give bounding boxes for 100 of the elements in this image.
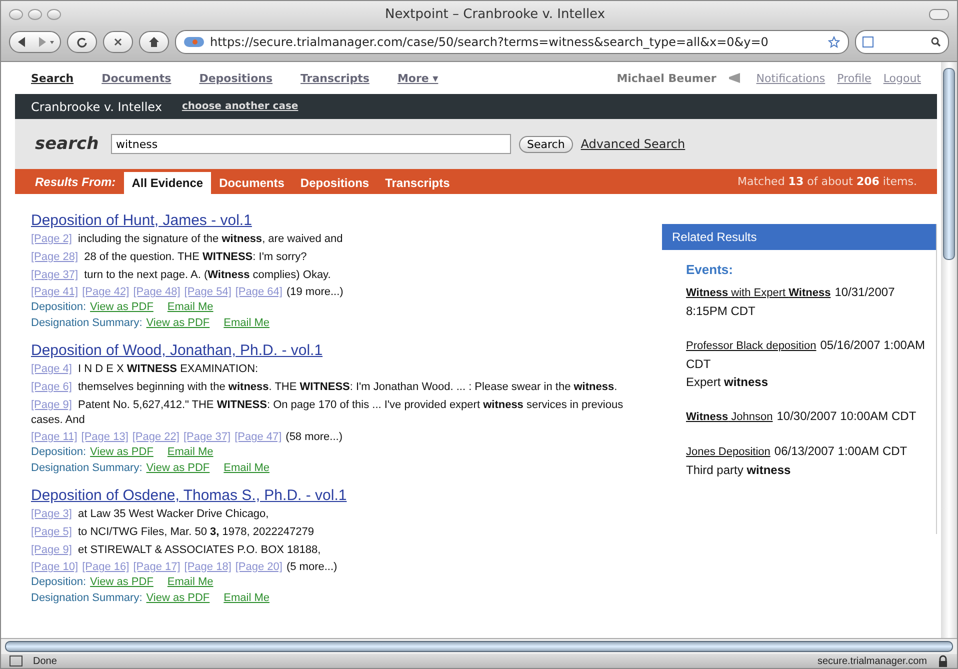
nav-tab[interactable]: Search — [31, 72, 74, 84]
page-link[interactable]: [Page 9] — [31, 544, 72, 556]
action-link[interactable]: View as PDF — [146, 317, 210, 330]
advanced-search-link[interactable]: Advanced Search — [580, 137, 686, 151]
horizontal-scrollbar[interactable] — [1, 638, 957, 654]
nav-tab[interactable]: Depositions — [199, 72, 273, 84]
user-name: Michael Beumer — [616, 72, 716, 84]
action-link[interactable]: View as PDF — [146, 592, 210, 605]
home-button[interactable] — [139, 31, 169, 53]
address-field[interactable]: https://secure.trialmanager.com/case/50/search?terms=witness&search_type=all&x=0&y=0 — [175, 30, 849, 54]
action-link[interactable]: View as PDF — [90, 446, 154, 459]
section-heading: Events: — [686, 262, 734, 277]
event-entry: Jones Deposition 06/13/2007 1:00AM CDT — [686, 443, 908, 460]
page-link[interactable]: [Page 18] — [184, 561, 232, 573]
page-link[interactable]: [Page 47] — [234, 431, 282, 443]
event-link[interactable]: Witness Johnson — [686, 411, 773, 423]
header-link[interactable]: Notifications — [756, 72, 826, 84]
minimize-button[interactable] — [28, 8, 42, 20]
result-title-link[interactable]: Deposition of Hunt, James - vol.1 — [31, 212, 650, 229]
nav-tab[interactable]: Transcripts — [300, 72, 370, 84]
nav-tab[interactable]: Documents — [102, 72, 172, 84]
zoom-button[interactable] — [47, 8, 61, 20]
page-link[interactable]: [Page 5] — [31, 526, 72, 538]
search-icon — [930, 36, 942, 48]
page-link[interactable]: [Page 17] — [133, 561, 180, 573]
action-link[interactable]: View as PDF — [146, 462, 210, 475]
page-link[interactable]: [Page 37] — [183, 431, 231, 443]
page-link[interactable]: [Page 48] — [133, 286, 180, 298]
event-note: Expert witness — [686, 374, 770, 391]
page-link[interactable]: [Page 28] — [31, 251, 78, 263]
page-link[interactable]: [Page 37] — [31, 269, 78, 281]
panel-header: Related Results — [662, 224, 936, 250]
close-icon — [112, 36, 124, 48]
page-link[interactable]: [Page 16] — [82, 561, 130, 573]
stop-button[interactable] — [103, 31, 133, 53]
case-title: Cranbrooke v. Intellex — [31, 100, 162, 114]
result-title-link[interactable]: Deposition of Osdene, Thomas S., Ph.D. - vol.1 — [31, 487, 650, 504]
reload-icon — [76, 36, 88, 48]
vertical-scrollbar[interactable] — [941, 62, 957, 638]
page-link[interactable]: [Page 22] — [132, 431, 180, 443]
snippet-text: [Page 3] at Law 35 West Wacker Drive Chicago, — [31, 507, 270, 522]
close-button[interactable] — [9, 8, 23, 20]
action-label: Deposition: — [31, 301, 86, 314]
lock-icon — [937, 655, 949, 667]
search-input[interactable]: witness — [111, 134, 511, 154]
results-from-label: Results From: — [35, 174, 116, 188]
result-title-link[interactable]: Deposition of Wood, Jonathan, Ph.D. - vol.1 — [31, 342, 650, 359]
house-icon — [148, 36, 160, 48]
page-link[interactable]: [Page 42] — [82, 286, 130, 298]
snippet-text: [Page 4] I N D E X WITNESS EXAMINATION: — [31, 362, 260, 377]
toolbar-toggle-button[interactable] — [929, 8, 949, 20]
page-link[interactable]: [Page 4] — [31, 363, 72, 375]
header-link[interactable]: Profile — [837, 72, 872, 84]
page-link[interactable]: [Page 9] — [31, 399, 72, 411]
back-forward-button[interactable] — [9, 31, 61, 53]
page-link[interactable]: [Page 20] — [235, 561, 282, 573]
results-tab[interactable]: Transcripts — [377, 172, 458, 194]
results-tab[interactable]: Documents — [211, 172, 292, 194]
event-link[interactable]: Witness with Expert Witness — [686, 287, 831, 299]
action-link[interactable]: Email Me — [224, 462, 270, 475]
action-link[interactable]: Email Me — [224, 592, 270, 605]
results-tab[interactable]: All Evidence — [124, 172, 212, 194]
event-note: Third party witness — [686, 462, 792, 479]
page-link[interactable]: [Page 11] — [31, 431, 78, 443]
results-tab[interactable]: Depositions — [292, 172, 378, 194]
page-link[interactable]: [Page 2] — [31, 233, 72, 245]
page-link[interactable]: [Page 10] — [31, 561, 78, 573]
event-entry: Witness with Expert Witness 10/31/2007 8:15PM CDT — [686, 284, 896, 320]
page-link[interactable]: [Page 6] — [31, 381, 72, 393]
snippet-text: [Page 9] Patent No. 5,627,412." THE WITNESS: On page 170 of this ... I've provided expert witness services in previous cases. And — [31, 398, 624, 428]
match-count: Matched 13 of about 206 items. — [737, 175, 917, 188]
page-link[interactable]: [Page 54] — [184, 286, 232, 298]
snippet-text: [Page 37] turn to the next page. A. (Witness complies) Okay. — [31, 268, 332, 283]
status-icon — [9, 655, 23, 667]
action-link[interactable]: Email Me — [167, 446, 214, 459]
choose-case-link[interactable]: choose another case — [182, 101, 298, 112]
window-title: Nextpoint – Cranbrooke v. Intellex — [384, 6, 606, 22]
snippet-text: [Page 5] to NCI/TWG Files, Mar. 50 3, 1978, 2022247279 — [31, 525, 316, 540]
event-link[interactable]: Jones Deposition — [686, 446, 770, 458]
search-field[interactable] — [855, 30, 949, 54]
more-count: (58 more...) — [286, 431, 343, 443]
action-link[interactable]: View as PDF — [90, 576, 154, 589]
nav-tab[interactable]: More ▾ — [397, 72, 438, 84]
search-label: search — [35, 134, 100, 154]
header-link[interactable]: Logout — [883, 72, 921, 84]
event-link[interactable]: Professor Black deposition — [686, 340, 816, 352]
snippet-text: [Page 28] 28 of the question. THE WITNESS: I'm sorry? — [31, 250, 308, 265]
action-link[interactable]: View as PDF — [90, 301, 154, 314]
action-link[interactable]: Email Me — [167, 576, 214, 589]
search-button[interactable]: Search — [519, 136, 573, 152]
page-link[interactable]: [Page 13] — [81, 431, 128, 443]
page-link[interactable]: [Page 64] — [235, 286, 282, 298]
event-entry: Witness Johnson 10/30/2007 10:00AM CDT — [686, 408, 918, 425]
action-link[interactable]: Email Me — [167, 301, 214, 314]
reload-button[interactable] — [67, 31, 97, 53]
page-link[interactable]: [Page 41] — [31, 286, 78, 298]
host-text: secure.trialmanager.com — [818, 656, 927, 666]
page-link[interactable]: [Page 3] — [31, 508, 72, 520]
action-link[interactable]: Email Me — [224, 317, 270, 330]
site-icon — [184, 36, 204, 48]
